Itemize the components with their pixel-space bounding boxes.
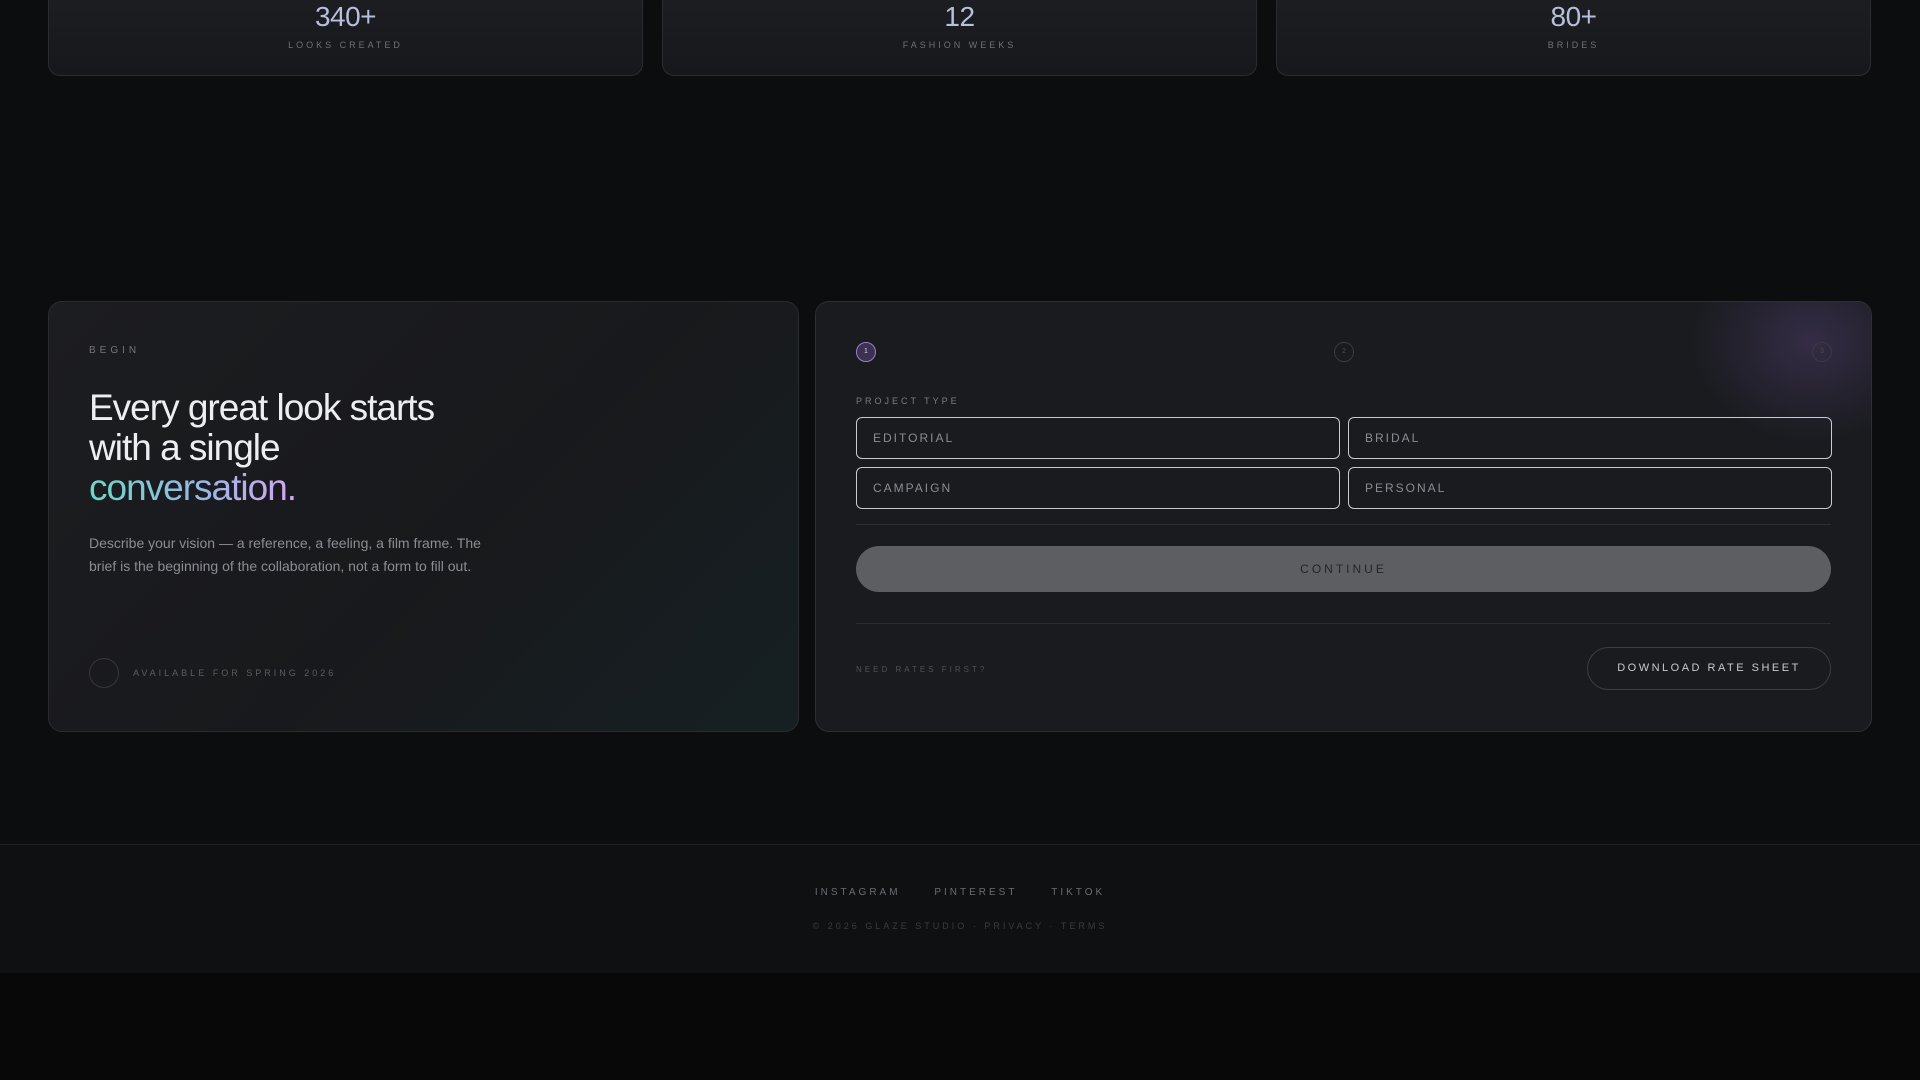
copyright: © 2026 GLAZE STUDIO (812, 921, 968, 931)
stat-value: 12 (944, 1, 975, 32)
footer-link-tiktok[interactable]: TIKTOK (1051, 887, 1105, 898)
option-editorial[interactable]: EDITORIAL (856, 417, 1340, 459)
footer: INSTAGRAM PINTEREST TIKTOK © 2026 GLAZE … (0, 844, 1920, 973)
rates-question: NEED RATES FIRST? (856, 665, 988, 674)
stat-label: FASHION WEEKS (902, 40, 1017, 50)
headline-line-2: with a single (89, 427, 281, 468)
project-type-label: PROJECT TYPE (856, 396, 960, 406)
footer-link-privacy[interactable]: PRIVACY (984, 921, 1044, 931)
availability-dot-icon (89, 658, 119, 688)
footer-link-pinterest[interactable]: PINTEREST (934, 887, 1017, 898)
stat-label: BRIDES (1547, 40, 1600, 50)
intro-eyebrow: BEGIN (89, 345, 141, 356)
step-indicator-3[interactable]: 3 (1812, 342, 1832, 362)
availability-text: AVAILABLE FOR SPRING 2026 (133, 668, 337, 678)
footer-legal: © 2026 GLAZE STUDIO · PRIVACY · TERMS (0, 921, 1920, 931)
page: 340+ LOOKS CREATED 12 FASHION WEEKS 80+ … (0, 0, 1920, 1080)
footer-link-instagram[interactable]: INSTAGRAM (815, 887, 901, 898)
stat-card-fashion-weeks: 12 FASHION WEEKS (662, 0, 1257, 76)
legal-separator: · (972, 921, 985, 931)
download-rate-sheet-button[interactable]: DOWNLOAD RATE SHEET (1587, 647, 1831, 690)
intro-headline: Every great look starts with a single co… (89, 388, 509, 508)
step-indicator-2[interactable]: 2 (1334, 342, 1354, 362)
continue-button[interactable]: CONTINUE (856, 546, 1831, 592)
intro-card: BEGIN Every great look starts with a sin… (48, 301, 799, 732)
divider (856, 623, 1831, 624)
stat-value: 80+ (1550, 1, 1598, 32)
intro-body: Describe your vision — a reference, a fe… (89, 535, 481, 574)
step-indicator-1[interactable]: 1 (856, 342, 876, 362)
headline-accent: conversation. (89, 468, 509, 508)
bottom-band (0, 973, 1920, 1080)
stat-card-brides: 80+ BRIDES (1276, 0, 1871, 76)
stat-label: LOOKS CREATED (288, 40, 403, 50)
footer-social-links: INSTAGRAM PINTEREST TIKTOK (0, 887, 1920, 898)
divider (856, 524, 1831, 525)
stat-value: 340+ (314, 1, 377, 32)
option-bridal[interactable]: BRIDAL (1348, 417, 1832, 459)
option-personal[interactable]: PERSONAL (1348, 467, 1832, 509)
option-campaign[interactable]: CAMPAIGN (856, 467, 1340, 509)
headline-line-1: Every great look starts (89, 387, 435, 428)
legal-separator: · (1049, 921, 1061, 931)
brief-form-card: 1 2 3 PROJECT TYPE EDITORIAL BRIDAL CAMP… (815, 301, 1872, 732)
footer-link-terms[interactable]: TERMS (1061, 921, 1108, 931)
stat-card-looks: 340+ LOOKS CREATED (48, 0, 643, 76)
headline-accent-text: conversation. (89, 467, 297, 508)
